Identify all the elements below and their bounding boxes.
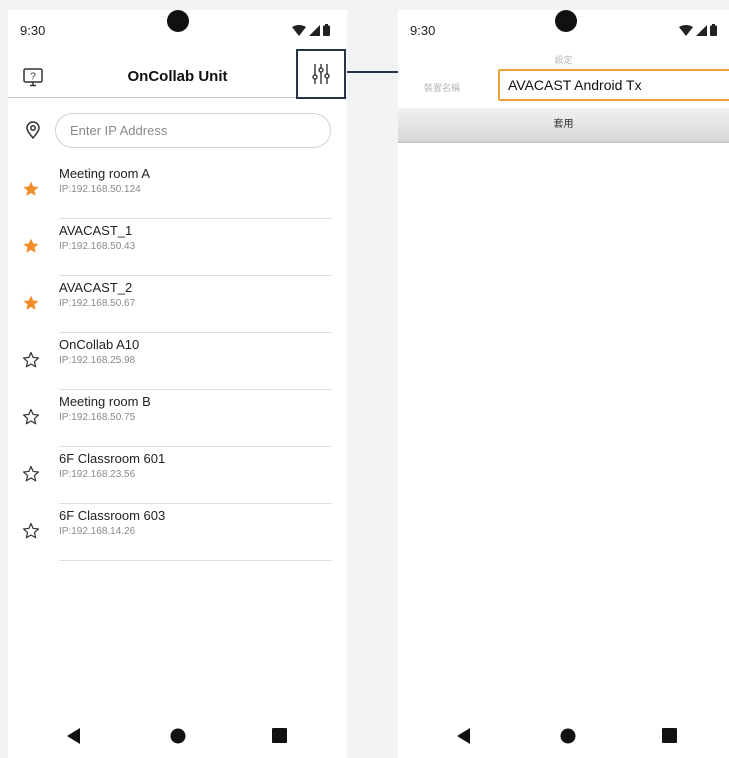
device-item[interactable]: Meeting room A IP:192.168.50.124 [8, 162, 347, 219]
device-ip: IP:192.168.25.98 [59, 355, 136, 366]
location-icon[interactable] [23, 120, 43, 145]
device-ip: IP:192.168.50.67 [59, 298, 136, 309]
device-name: AVACAST_1 [59, 223, 133, 238]
status-icons [292, 24, 330, 36]
star-outline-icon[interactable] [22, 522, 40, 545]
star-outline-icon[interactable] [22, 408, 40, 431]
star-outline-icon[interactable] [22, 351, 40, 374]
camera-cutout [555, 10, 577, 32]
device-name: 6F Classroom 603 [59, 508, 166, 523]
device-list: Meeting room A IP:192.168.50.124 AVACAST… [8, 162, 347, 561]
device-name-row: 裝置名稱 [398, 69, 729, 101]
status-bar: 9:30 [398, 10, 729, 54]
ip-address-row [8, 113, 347, 149]
nav-back-icon[interactable] [67, 728, 81, 744]
device-name-input[interactable] [498, 69, 729, 101]
system-nav-bar [8, 720, 347, 758]
device-item[interactable]: Meeting room B IP:192.168.50.75 [8, 390, 347, 447]
settings-title: 設定 [554, 55, 573, 65]
nav-recent-icon[interactable] [662, 728, 677, 743]
device-name: 6F Classroom 601 [59, 451, 166, 466]
battery-icon [710, 24, 717, 36]
star-filled-icon[interactable] [22, 180, 40, 203]
device-name: Meeting room B [59, 394, 151, 409]
status-icons [679, 24, 717, 36]
nav-home-icon[interactable] [560, 728, 576, 744]
status-bar: 9:30 [8, 10, 347, 54]
wifi-icon [292, 24, 306, 36]
divider [59, 560, 332, 561]
right-phone-screen: 9:30 設定 裝置名稱 套用 [398, 10, 729, 758]
camera-cutout [167, 10, 189, 32]
device-name: OnCollab A10 [59, 337, 140, 352]
wifi-icon [679, 24, 693, 36]
sliders-icon [312, 64, 330, 84]
star-outline-icon[interactable] [22, 465, 40, 488]
device-ip: IP:192.168.50.75 [59, 412, 136, 423]
ip-address-input[interactable] [55, 113, 331, 148]
nav-back-icon[interactable] [457, 728, 471, 744]
settings-button[interactable] [296, 49, 346, 99]
device-name: AVACAST_2 [59, 280, 133, 295]
device-item[interactable]: AVACAST_2 IP:192.168.50.67 [8, 276, 347, 333]
star-filled-icon[interactable] [22, 294, 40, 317]
signal-icon [696, 24, 707, 36]
status-time: 9:30 [20, 23, 46, 38]
star-filled-icon[interactable] [22, 237, 40, 260]
nav-recent-icon[interactable] [272, 728, 287, 743]
device-name-label: 裝置名稱 [424, 83, 461, 93]
device-ip: IP:192.168.14.26 [59, 526, 136, 537]
device-item[interactable]: OnCollab A10 IP:192.168.25.98 [8, 333, 347, 390]
nav-home-icon[interactable] [170, 728, 186, 744]
device-name: Meeting room A [59, 166, 151, 181]
apply-button[interactable]: 套用 [398, 108, 729, 143]
signal-icon [309, 24, 320, 36]
device-item[interactable]: AVACAST_1 IP:192.168.50.43 [8, 219, 347, 276]
device-ip: IP:192.168.23.56 [59, 469, 136, 480]
battery-icon [323, 24, 330, 36]
status-time: 9:30 [410, 23, 436, 38]
left-phone-screen: 9:30 ? OnCollab Unit Meeting room A IP:1… [8, 10, 347, 758]
device-item[interactable]: 6F Classroom 603 IP:192.168.14.26 [8, 504, 347, 561]
device-item[interactable]: 6F Classroom 601 IP:192.168.23.56 [8, 447, 347, 504]
system-nav-bar [398, 720, 729, 758]
app-header: ? OnCollab Unit [8, 49, 347, 99]
device-ip: IP:192.168.50.124 [59, 184, 141, 195]
device-ip: IP:192.168.50.43 [59, 241, 136, 252]
